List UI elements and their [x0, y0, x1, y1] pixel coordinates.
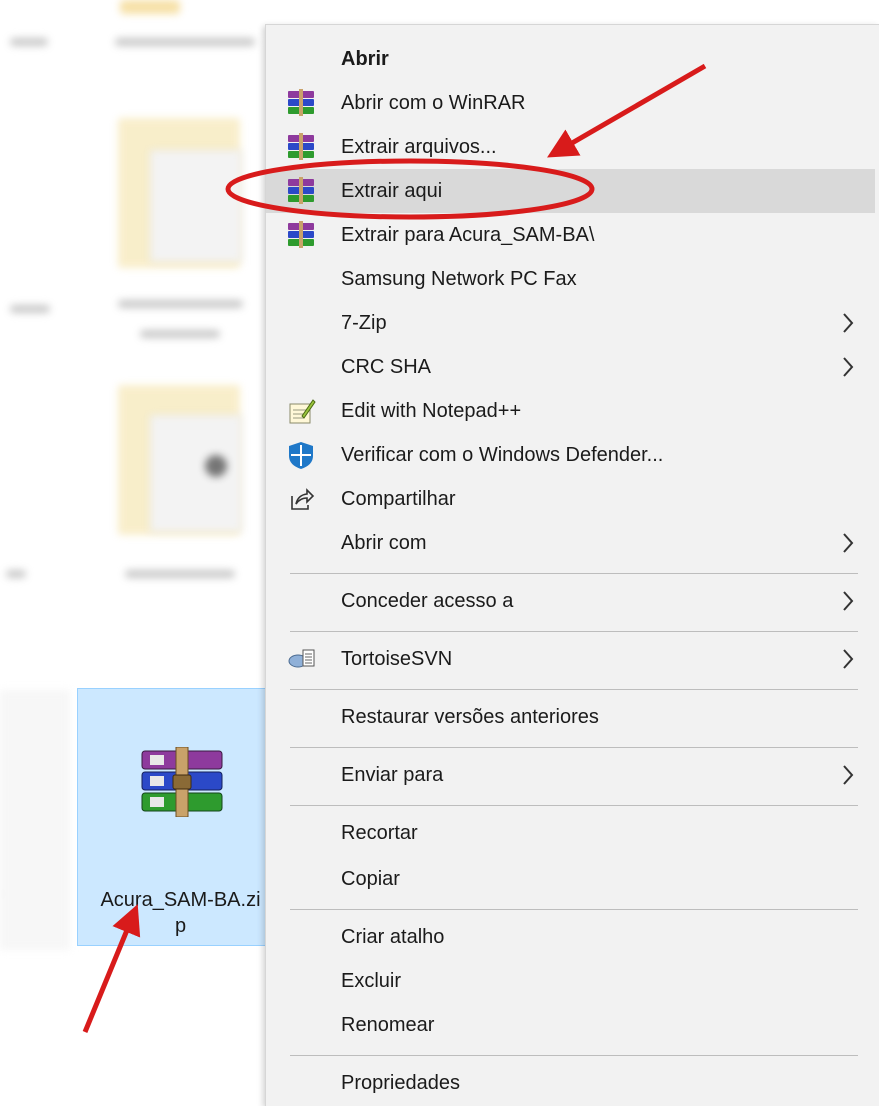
menu-separator: [290, 805, 858, 806]
menu-item-label: Copiar: [341, 867, 400, 890]
menu-separator: [290, 909, 858, 910]
blurred-panel: [0, 690, 70, 950]
blurred-text: [115, 38, 255, 46]
menu-item-crc-sha[interactable]: CRC SHA: [266, 345, 875, 389]
file-name-line1: Acura_SAM-BA.zi: [100, 889, 261, 911]
menu-separator: [290, 631, 858, 632]
winrar-icon: [288, 89, 314, 116]
menu-item-label: Conceder acesso a: [341, 589, 514, 612]
context-menu: Abrir Abrir com o WinRAR Extrair arquivo…: [265, 24, 879, 1106]
menu-item-label: TortoiseSVN: [341, 647, 453, 670]
menu-item-label: Abrir com: [341, 531, 427, 554]
menu-item-samsung-fax[interactable]: Samsung Network PC Fax: [266, 257, 875, 301]
menu-item-label: Edit with Notepad++: [341, 399, 522, 422]
notepad-plus-plus-icon: [289, 399, 316, 424]
menu-item-renomear[interactable]: Renomear: [266, 1003, 875, 1047]
menu-item-label: Samsung Network PC Fax: [341, 267, 577, 290]
selected-file-item[interactable]: Acura_SAM-BA.zi p: [77, 688, 282, 946]
menu-item-extrair-arquivos[interactable]: Extrair arquivos...: [266, 125, 875, 169]
menu-item-notepad-plus-plus[interactable]: Edit with Notepad++: [266, 389, 875, 433]
blurred-text: [118, 300, 243, 308]
menu-item-label: Abrir: [341, 47, 389, 70]
menu-item-windows-defender[interactable]: Verificar com o Windows Defender...: [266, 433, 875, 477]
menu-item-label: Abrir com o WinRAR: [341, 91, 526, 114]
menu-item-restaurar-versoes[interactable]: Restaurar versões anteriores: [266, 695, 875, 739]
winrar-icon: [288, 221, 314, 248]
menu-item-compartilhar[interactable]: Compartilhar: [266, 477, 875, 521]
blurred-text: [140, 330, 220, 338]
menu-item-label: Propriedades: [341, 1071, 460, 1094]
menu-item-abrir[interactable]: Abrir: [266, 37, 875, 81]
winrar-icon: [288, 177, 314, 204]
chevron-right-icon: [843, 591, 854, 611]
winrar-archive-icon: [141, 747, 223, 817]
menu-item-label: Extrair aqui: [341, 179, 443, 202]
menu-item-abrir-com[interactable]: Abrir com: [266, 521, 875, 565]
file-name: Acura_SAM-BA.zi p: [78, 887, 283, 939]
blurred-text: [10, 38, 48, 46]
menu-item-criar-atalho[interactable]: Criar atalho: [266, 915, 875, 959]
chevron-right-icon: [843, 533, 854, 553]
chevron-right-icon: [843, 649, 854, 669]
file-name-line2: p: [174, 915, 187, 937]
menu-item-label: Compartilhar: [341, 487, 456, 510]
menu-item-copiar[interactable]: Copiar: [266, 857, 875, 901]
menu-separator: [290, 747, 858, 748]
blurred-document: [150, 415, 242, 532]
windows-defender-icon: [289, 442, 313, 469]
blurred-mark: [205, 455, 227, 477]
menu-item-excluir[interactable]: Excluir: [266, 959, 875, 1003]
menu-item-recortar[interactable]: Recortar: [266, 811, 875, 855]
menu-item-conceder-acesso[interactable]: Conceder acesso a: [266, 579, 875, 623]
tortoisesvn-icon: [288, 649, 315, 668]
menu-separator: [290, 573, 858, 574]
blurred-document: [150, 150, 242, 262]
menu-item-7zip[interactable]: 7-Zip: [266, 301, 875, 345]
menu-item-label: Extrair para Acura_SAM-BA\: [341, 223, 595, 246]
blurred-text: [6, 570, 26, 578]
menu-item-extrair-para[interactable]: Extrair para Acura_SAM-BA\: [266, 213, 875, 257]
menu-item-label: Criar atalho: [341, 925, 445, 948]
menu-separator: [290, 689, 858, 690]
blurred-folder: [120, 0, 180, 14]
menu-separator: [290, 1055, 858, 1056]
menu-item-abrir-com-winrar[interactable]: Abrir com o WinRAR: [266, 81, 875, 125]
menu-item-label: Verificar com o Windows Defender...: [341, 443, 664, 466]
menu-item-tortoisesvn[interactable]: TortoiseSVN: [266, 637, 875, 681]
blurred-text: [125, 570, 235, 578]
menu-item-extrair-aqui[interactable]: Extrair aqui: [266, 169, 875, 213]
menu-item-label: 7-Zip: [341, 311, 387, 334]
menu-item-propriedades[interactable]: Propriedades: [266, 1061, 875, 1105]
menu-item-label: Excluir: [341, 969, 402, 992]
menu-item-label: Renomear: [341, 1013, 435, 1036]
chevron-right-icon: [843, 313, 854, 333]
blurred-text: [10, 305, 50, 313]
winrar-icon: [288, 133, 314, 160]
share-icon: [291, 488, 315, 510]
menu-item-label: Enviar para: [341, 763, 444, 786]
menu-item-label: Restaurar versões anteriores: [341, 705, 599, 728]
chevron-right-icon: [843, 765, 854, 785]
menu-item-enviar-para[interactable]: Enviar para: [266, 753, 875, 797]
menu-item-label: CRC SHA: [341, 355, 432, 378]
menu-item-label: Recortar: [341, 821, 418, 844]
chevron-right-icon: [843, 357, 854, 377]
menu-item-label: Extrair arquivos...: [341, 135, 497, 158]
